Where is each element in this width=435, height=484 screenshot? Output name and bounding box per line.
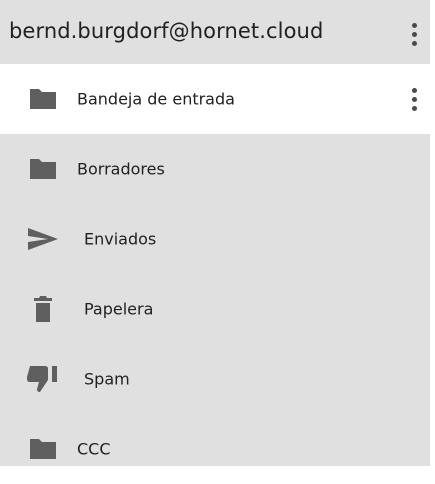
folder-label: Papelera bbox=[84, 299, 154, 319]
folder-item-sent[interactable]: Enviados bbox=[0, 204, 430, 274]
folder-item-ccc[interactable]: CCC bbox=[0, 414, 430, 484]
send-icon bbox=[22, 224, 64, 254]
folder-label: Borradores bbox=[77, 159, 165, 179]
folder-label: CCC bbox=[77, 439, 111, 459]
folder-label: Bandeja de entrada bbox=[77, 89, 235, 109]
folder-item-drafts[interactable]: Borradores bbox=[0, 134, 430, 204]
folder-icon bbox=[22, 434, 64, 464]
mail-folder-panel: bernd.burgdorf@hornet.cloud Bandeja de e… bbox=[0, 0, 430, 466]
folder-label: Spam bbox=[84, 369, 130, 389]
folder-item-inbox[interactable]: Bandeja de entrada bbox=[0, 64, 430, 134]
account-header: bernd.burgdorf@hornet.cloud bbox=[0, 0, 430, 64]
trash-icon bbox=[22, 294, 64, 324]
folder-more-vert-icon[interactable] bbox=[404, 84, 424, 114]
folder-item-trash[interactable]: Papelera bbox=[0, 274, 430, 344]
folder-icon bbox=[22, 154, 64, 184]
folder-list: Bandeja de entrada Borradores Enviados P… bbox=[0, 64, 430, 484]
account-email: bernd.burgdorf@hornet.cloud bbox=[9, 19, 324, 43]
more-vert-icon[interactable] bbox=[404, 19, 424, 49]
folder-icon bbox=[22, 84, 64, 114]
folder-item-spam[interactable]: Spam bbox=[0, 344, 430, 414]
thumb-down-icon bbox=[22, 364, 64, 394]
folder-label: Enviados bbox=[84, 229, 157, 249]
